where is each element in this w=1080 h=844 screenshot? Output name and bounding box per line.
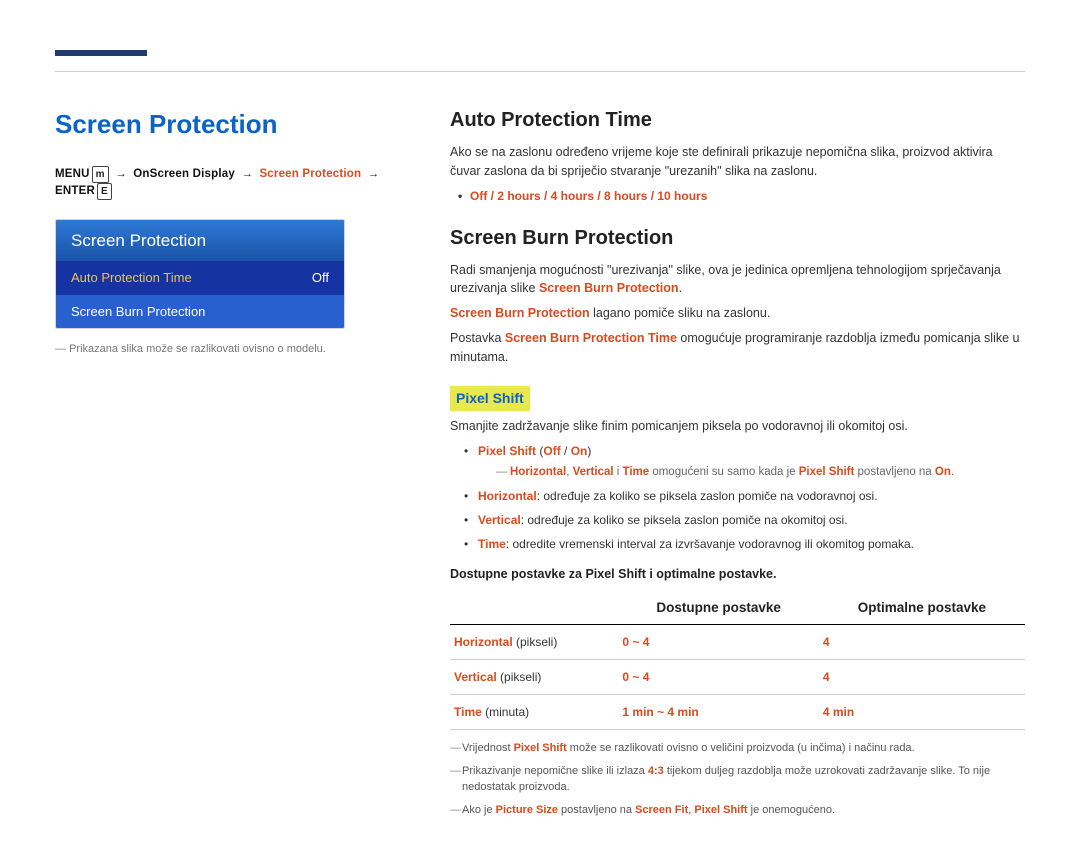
section-description: Ako se na zaslonu određeno vrijeme koje … (450, 143, 1025, 181)
bc-p1: OnScreen Display (133, 168, 235, 180)
manual-page: Screen Protection MENUm → OnScreen Displ… (0, 0, 1080, 844)
arrow-icon: → (115, 168, 127, 180)
table-row: Vertical (pikseli) 0 ~ 4 4 (450, 660, 1025, 695)
notes-block: Vrijednost Pixel Shift može se razlikova… (450, 740, 1025, 818)
enter-icon: E (97, 183, 112, 200)
list-item: Horizontal: određuje za koliko se piksel… (470, 487, 1025, 505)
osd-item-label: Auto Protection Time (71, 268, 192, 288)
section-p1: Radi smanjenja mogućnosti "urezivanja" s… (450, 261, 1025, 299)
menu-icon: m (92, 166, 109, 183)
note: Prikazivanje nepomične slike ili izlaza … (450, 763, 1025, 796)
col-optimal: Optimalne postavke (819, 592, 1025, 625)
arrow-icon: → (241, 168, 253, 180)
footnote: Prikazana slika može se razlikovati ovis… (55, 341, 395, 358)
osd-item-value: Off (312, 268, 329, 288)
page-title: Screen Protection (55, 105, 395, 144)
list-item: Vertical: određuje za koliko se piksela … (470, 511, 1025, 529)
col-blank (450, 592, 618, 625)
bc-enter: ENTER (55, 185, 95, 197)
pixel-shift-tag: Pixel Shift (450, 386, 530, 411)
left-column: Screen Protection MENUm → OnScreen Displ… (55, 105, 395, 824)
note: Ako je Picture Size postavljeno na Scree… (450, 802, 1025, 819)
list-item: Pixel Shift (Off / On) Horizontal, Verti… (470, 442, 1025, 481)
table-row: Time (minuta) 1 min ~ 4 min 4 min (450, 695, 1025, 730)
osd-menu-preview: Screen Protection Auto Protection Time O… (55, 219, 345, 330)
breadcrumb: MENUm → OnScreen Display → Screen Protec… (55, 166, 395, 201)
osd-title: Screen Protection (56, 220, 344, 262)
note: Vrijednost Pixel Shift može se razlikova… (450, 740, 1025, 757)
section-title-auto-protection: Auto Protection Time (450, 105, 1025, 135)
osd-item-label: Screen Burn Protection (71, 302, 205, 322)
pixel-list: Pixel Shift (Off / On) Horizontal, Verti… (470, 442, 1025, 553)
osd-item-auto-protection[interactable]: Auto Protection Time Off (56, 261, 344, 295)
option-values: Off / 2 hours / 4 hours / 8 hours / 10 h… (470, 187, 1025, 205)
section-marker (55, 50, 147, 56)
table-caption: Dostupne postavke za Pixel Shift i optim… (450, 565, 1025, 584)
right-column: Auto Protection Time Ako se na zaslonu o… (450, 105, 1025, 824)
bc-menu: MENU (55, 168, 90, 180)
top-rule (55, 71, 1025, 72)
section-p3: Postavka Screen Burn Protection Time omo… (450, 329, 1025, 367)
list-item: Time: odredite vremenski interval za izv… (470, 535, 1025, 553)
bc-p2: Screen Protection (259, 168, 361, 180)
settings-table: Dostupne postavke Optimalne postavke Hor… (450, 592, 1025, 730)
table-row: Horizontal (pikseli) 0 ~ 4 4 (450, 625, 1025, 660)
sub-note: Horizontal, Vertical i Time omogućeni su… (510, 464, 1025, 481)
col-available: Dostupne postavke (618, 592, 818, 625)
section-title-screen-burn: Screen Burn Protection (450, 223, 1025, 253)
osd-item-screen-burn[interactable]: Screen Burn Protection (56, 295, 344, 329)
section-p2: Screen Burn Protection lagano pomiče sli… (450, 304, 1025, 323)
pixel-shift-desc: Smanjite zadržavanje slike finim pomican… (450, 417, 1025, 436)
arrow-icon: → (368, 168, 380, 180)
